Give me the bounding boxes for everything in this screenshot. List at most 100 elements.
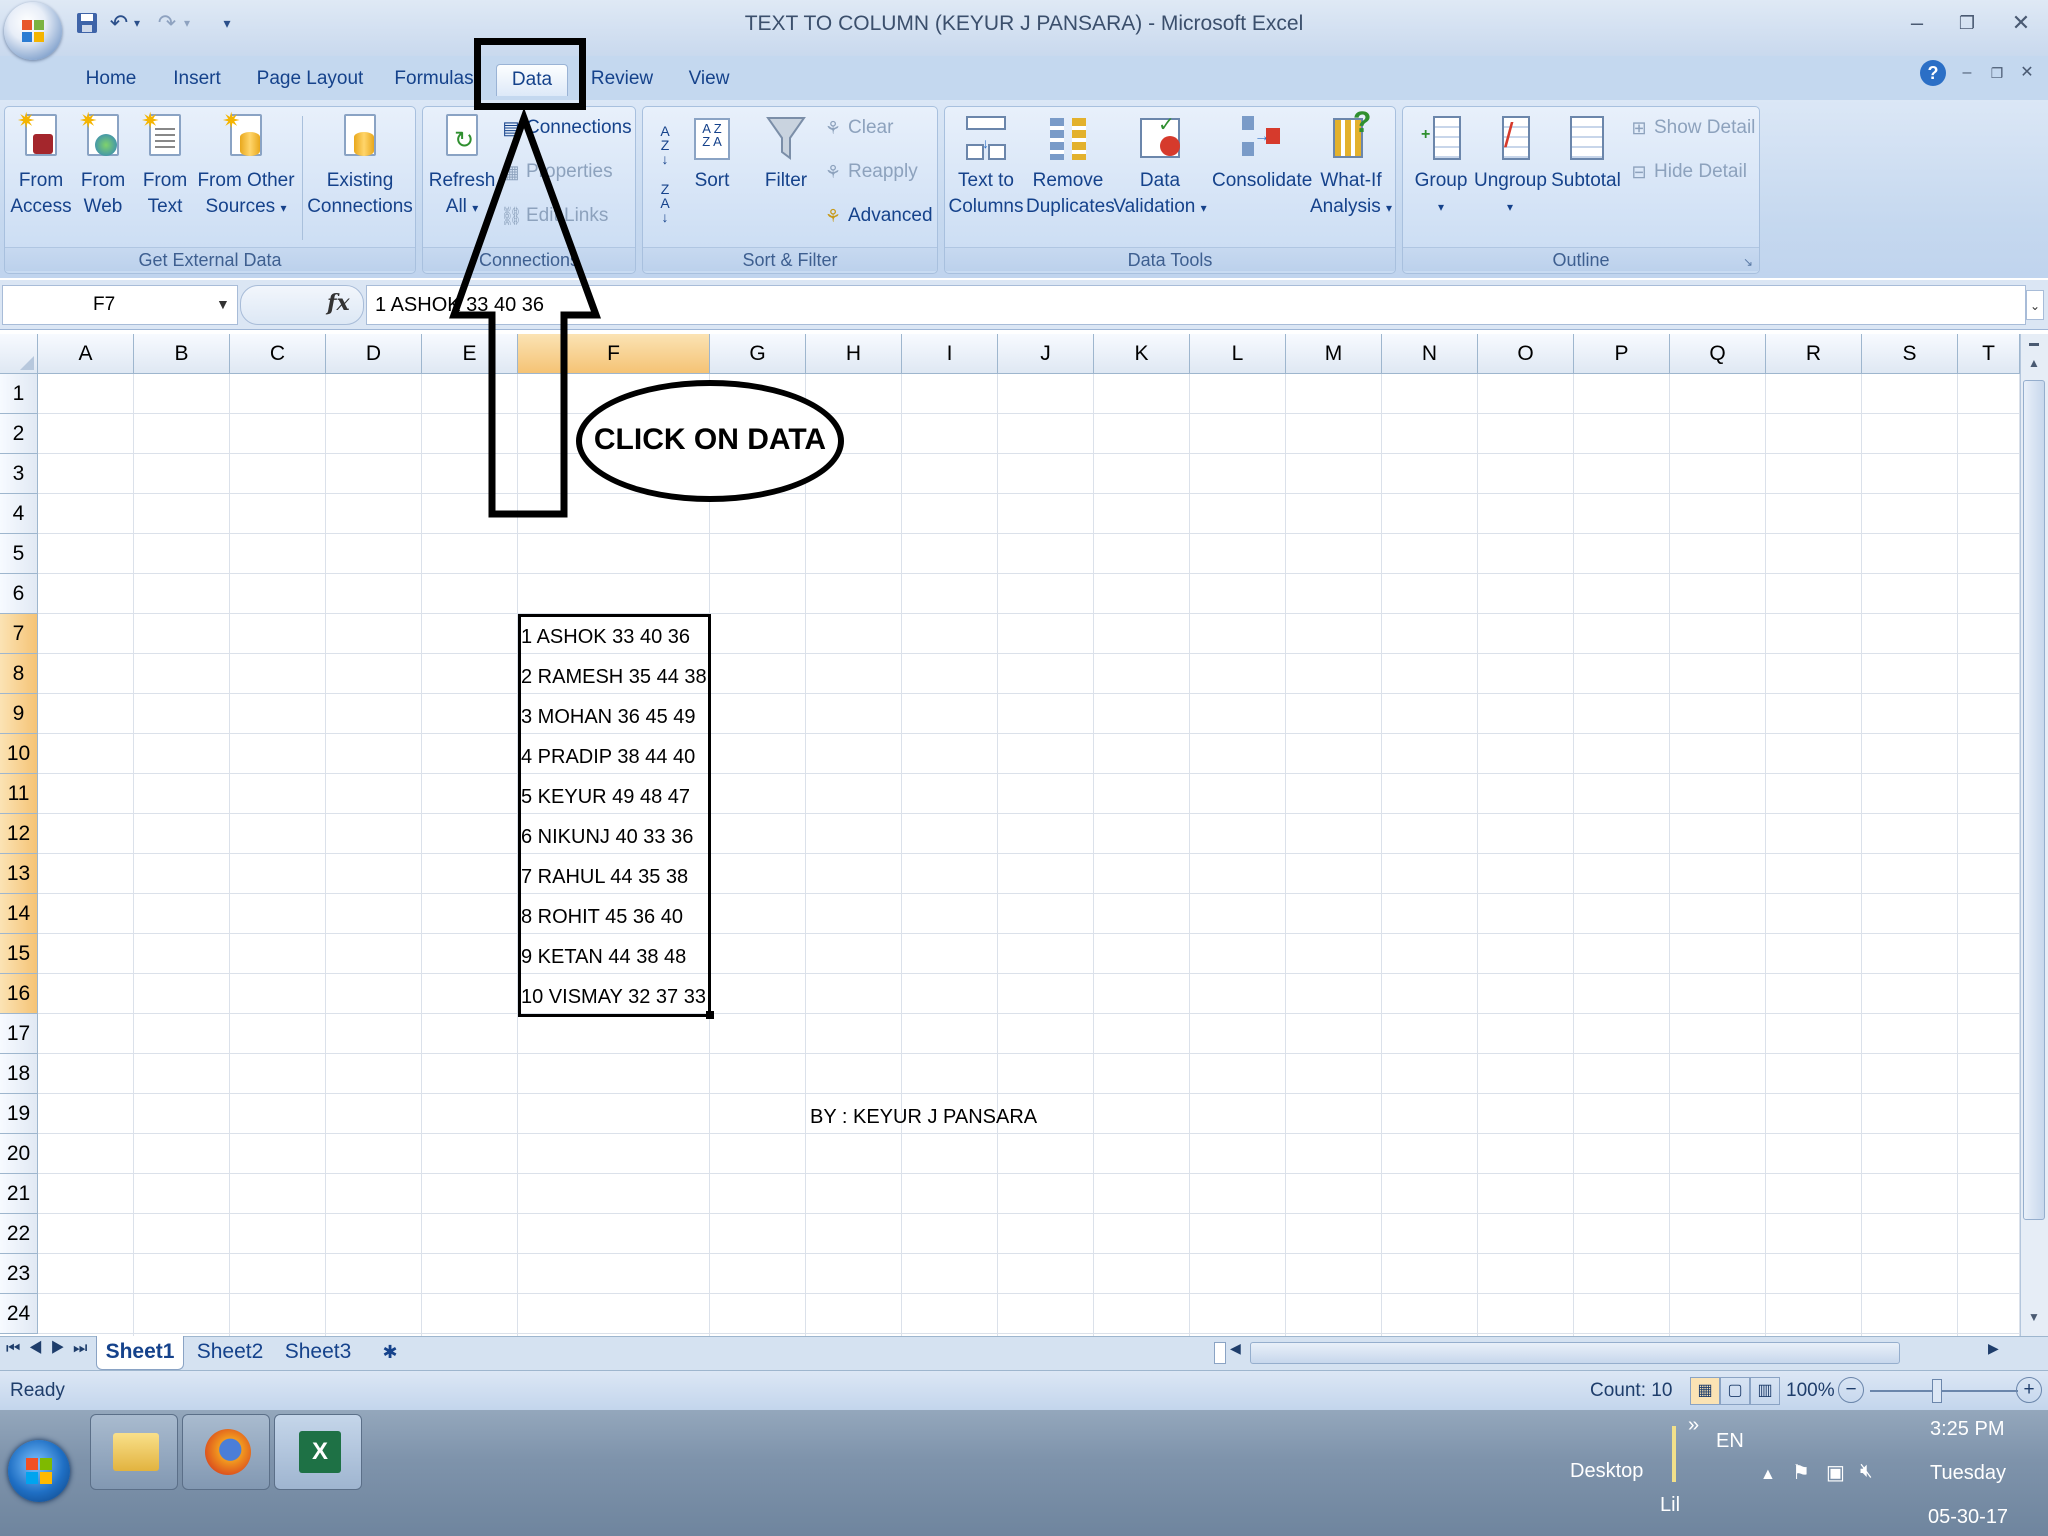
row-header-14[interactable]: 14 bbox=[0, 894, 38, 934]
row-header-20[interactable]: 20 bbox=[0, 1134, 38, 1174]
name-box-dropdown-icon[interactable]: ▼ bbox=[216, 296, 230, 312]
consolidate-button[interactable]: → Consolidate bbox=[1212, 112, 1312, 194]
fill-handle[interactable] bbox=[706, 1011, 714, 1019]
volume-muted-icon[interactable]: 🔇︎ bbox=[1860, 1460, 1873, 1483]
row-header-9[interactable]: 9 bbox=[0, 694, 38, 734]
from-web-button[interactable]: ✷ From Web bbox=[72, 108, 134, 220]
text-to-columns-button[interactable]: ↓ Text to Columns bbox=[948, 112, 1024, 220]
sort-button[interactable]: A ZZ A Sort bbox=[684, 112, 740, 194]
worksheet-grid[interactable] bbox=[0, 334, 2048, 1336]
column-header-R[interactable]: R bbox=[1766, 334, 1862, 374]
sheet-nav-icon[interactable]: ⏮◀▶⏭ bbox=[6, 1340, 95, 1358]
row-header-17[interactable]: 17 bbox=[0, 1014, 38, 1054]
help-icon[interactable]: ? bbox=[1920, 60, 1946, 86]
start-button[interactable] bbox=[8, 1440, 70, 1502]
split-box-icon[interactable]: ▬ bbox=[2024, 338, 2044, 352]
sheet-tab-sheet1[interactable]: Sheet1 bbox=[96, 1336, 184, 1370]
show-detail-button[interactable]: ⊞ Show Detail bbox=[1628, 114, 1755, 142]
expand-formula-bar-icon[interactable]: ⌄ bbox=[2026, 290, 2044, 320]
expand-toolbar-icon[interactable]: » bbox=[1688, 1414, 1699, 1437]
tab-split-handle[interactable] bbox=[1214, 1342, 1226, 1364]
tab-review[interactable]: Review bbox=[582, 64, 662, 96]
select-all-corner[interactable] bbox=[0, 334, 38, 374]
existing-connections-button[interactable]: Existing Connections bbox=[306, 112, 414, 220]
tab-view[interactable]: View bbox=[674, 64, 744, 96]
show-hidden-icons-icon[interactable]: ▲ bbox=[1760, 1466, 1776, 1484]
hide-detail-button[interactable]: ⊟ Hide Detail bbox=[1628, 158, 1746, 186]
tab-home[interactable]: Home bbox=[76, 64, 146, 96]
row-header-24[interactable]: 24 bbox=[0, 1294, 38, 1334]
page-layout-view-icon[interactable]: ▢ bbox=[1720, 1377, 1750, 1405]
sort-z-to-a-icon[interactable]: Z A ↓ bbox=[652, 182, 678, 224]
insert-function-icon[interactable]: fx bbox=[327, 290, 350, 316]
sheet-tab-sheet2[interactable]: Sheet2 bbox=[190, 1336, 270, 1370]
row-header-7[interactable]: 7 bbox=[0, 614, 38, 654]
advanced-button[interactable]: ⚘ Advanced bbox=[822, 202, 933, 230]
scroll-down-icon[interactable]: ▼ bbox=[2024, 1310, 2044, 1330]
scroll-right-icon[interactable]: ▶ bbox=[1988, 1340, 1999, 1357]
sheet-tab-sheet3[interactable]: Sheet3 bbox=[278, 1336, 358, 1370]
from-other-sources-button[interactable]: ✷ From Other Sources ▾ bbox=[196, 108, 296, 221]
zoom-in-icon[interactable]: + bbox=[2016, 1377, 2042, 1403]
workbook-close-icon[interactable]: ✕ bbox=[2010, 58, 2044, 88]
workbook-minimize-icon[interactable]: – bbox=[1950, 58, 1984, 88]
sort-a-to-z-icon[interactable]: A Z ↓ bbox=[652, 124, 678, 166]
column-header-S[interactable]: S bbox=[1862, 334, 1958, 374]
column-header-C[interactable]: C bbox=[230, 334, 326, 374]
row-header-19[interactable]: 19 bbox=[0, 1094, 38, 1134]
name-box[interactable]: F7 bbox=[2, 285, 238, 325]
dialog-launcher-icon[interactable]: ↘ bbox=[1743, 255, 1753, 269]
row-header-15[interactable]: 15 bbox=[0, 934, 38, 974]
row-header-11[interactable]: 11 bbox=[0, 774, 38, 814]
cell-H19[interactable]: BY : KEYUR J PANSARA bbox=[810, 1097, 1037, 1137]
from-access-button[interactable]: ✷ From Access bbox=[8, 108, 74, 220]
formula-input[interactable]: 1 ASHOK 33 40 36 bbox=[366, 285, 2026, 325]
office-button[interactable] bbox=[4, 2, 62, 60]
zoom-out-icon[interactable]: − bbox=[1838, 1377, 1864, 1403]
column-header-K[interactable]: K bbox=[1094, 334, 1190, 374]
row-header-5[interactable]: 5 bbox=[0, 534, 38, 574]
what-if-analysis-button[interactable]: ? What-If Analysis ▾ bbox=[1308, 108, 1394, 221]
filter-button[interactable]: Filter bbox=[756, 112, 816, 194]
column-header-B[interactable]: B bbox=[134, 334, 230, 374]
scroll-left-icon[interactable]: ◀ bbox=[1230, 1340, 1241, 1357]
row-header-16[interactable]: 16 bbox=[0, 974, 38, 1014]
workbook-restore-icon[interactable]: ❐ bbox=[1980, 58, 2014, 88]
row-header-10[interactable]: 10 bbox=[0, 734, 38, 774]
tab-insert[interactable]: Insert bbox=[160, 64, 234, 96]
remove-duplicates-button[interactable]: Remove Duplicates bbox=[1026, 112, 1115, 220]
zoom-slider-track[interactable] bbox=[1870, 1390, 2018, 1392]
row-header-3[interactable]: 3 bbox=[0, 454, 38, 494]
column-header-A[interactable]: A bbox=[38, 334, 134, 374]
restore-icon[interactable]: ❐ bbox=[1950, 8, 1984, 38]
horizontal-scroll-thumb[interactable] bbox=[1250, 1342, 1900, 1364]
row-header-22[interactable]: 22 bbox=[0, 1214, 38, 1254]
language-indicator[interactable]: EN bbox=[1716, 1430, 1744, 1453]
tab-formulas[interactable]: Formulas bbox=[384, 64, 484, 96]
column-header-M[interactable]: M bbox=[1286, 334, 1382, 374]
scroll-up-icon[interactable]: ▲ bbox=[2024, 356, 2044, 376]
group-button[interactable]: + Group ▾ bbox=[1408, 112, 1474, 220]
zoom-level[interactable]: 100% bbox=[1786, 1380, 1835, 1402]
row-header-2[interactable]: 2 bbox=[0, 414, 38, 454]
row-header-1[interactable]: 1 bbox=[0, 374, 38, 414]
data-validation-button[interactable]: ✓ Data Validation ▾ bbox=[1110, 112, 1210, 221]
tab-page-layout[interactable]: Page Layout bbox=[252, 64, 368, 96]
column-header-H[interactable]: H bbox=[806, 334, 902, 374]
ungroup-button[interactable]: / Ungroup ▾ bbox=[1474, 112, 1547, 220]
row-header-4[interactable]: 4 bbox=[0, 494, 38, 534]
clock-day[interactable]: Tuesday bbox=[1930, 1462, 2006, 1485]
column-header-I[interactable]: I bbox=[902, 334, 998, 374]
row-header-23[interactable]: 23 bbox=[0, 1254, 38, 1294]
insert-sheet-icon[interactable]: ✱ bbox=[372, 1336, 408, 1370]
column-header-T[interactable]: T bbox=[1958, 334, 2020, 374]
minimize-icon[interactable]: – bbox=[1900, 8, 1934, 38]
row-header-18[interactable]: 18 bbox=[0, 1054, 38, 1094]
column-header-N[interactable]: N bbox=[1382, 334, 1478, 374]
taskbar-excel[interactable]: X bbox=[274, 1414, 362, 1490]
clock-date[interactable]: 05-30-17 bbox=[1928, 1506, 2008, 1529]
row-header-6[interactable]: 6 bbox=[0, 574, 38, 614]
row-header-8[interactable]: 8 bbox=[0, 654, 38, 694]
action-center-icon[interactable]: ⚑ bbox=[1792, 1460, 1810, 1485]
network-icon[interactable]: ▣ bbox=[1826, 1460, 1845, 1485]
